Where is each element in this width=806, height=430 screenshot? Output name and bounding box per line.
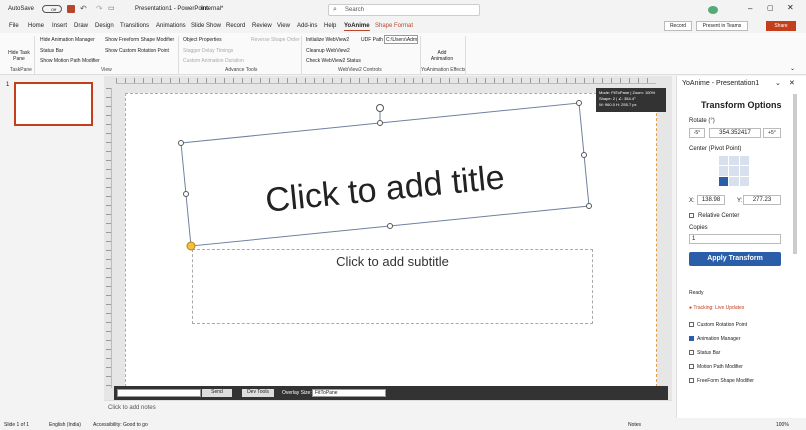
rotate-label: Rotate (°) bbox=[689, 118, 715, 124]
rotate-plus-button[interactable]: +5° bbox=[763, 128, 781, 138]
apply-transform-button[interactable]: Apply Transform bbox=[689, 252, 781, 266]
pivot-cell-selected[interactable] bbox=[719, 176, 729, 186]
pivot-cell[interactable] bbox=[729, 156, 739, 166]
resize-handle bbox=[581, 152, 587, 158]
resize-handle bbox=[576, 100, 582, 106]
resize-handle bbox=[377, 120, 383, 126]
x-label: X: bbox=[689, 198, 695, 204]
pivot-cell[interactable] bbox=[719, 166, 729, 176]
command-input[interactable] bbox=[117, 389, 201, 397]
pivot-point-marker bbox=[186, 241, 196, 251]
copies-label: Copies bbox=[689, 225, 708, 231]
chevron-down-icon[interactable]: ⌄ bbox=[775, 79, 781, 87]
motion-path-label: Motion Path Modifier bbox=[697, 364, 743, 370]
notes-button[interactable]: Notes bbox=[628, 422, 641, 428]
ready-status: Ready bbox=[689, 290, 704, 296]
status-bar-checkbox[interactable] bbox=[689, 350, 694, 355]
zoom-level[interactable]: 100% bbox=[776, 422, 789, 428]
send-button[interactable]: Send bbox=[202, 389, 232, 397]
accessibility-status[interactable]: Accessibility: Good to go bbox=[93, 422, 148, 428]
title-placeholder: Click to add title bbox=[264, 158, 507, 219]
motion-path-checkbox[interactable] bbox=[689, 364, 694, 369]
pivot-cell[interactable] bbox=[729, 166, 739, 176]
status-bar: Slide 1 of 1 English (India) Accessibili… bbox=[0, 420, 806, 430]
y-input[interactable]: 277.23 bbox=[743, 195, 781, 205]
custom-rotation-checkbox[interactable] bbox=[689, 322, 694, 327]
x-input[interactable]: 138.98 bbox=[697, 195, 725, 205]
pivot-cell[interactable] bbox=[739, 166, 749, 176]
rotate-minus-button[interactable]: -5° bbox=[689, 128, 705, 138]
animation-manager-checkbox[interactable] bbox=[689, 336, 694, 341]
language[interactable]: English (India) bbox=[49, 422, 81, 428]
pivot-cell[interactable] bbox=[739, 176, 749, 186]
relative-center-label: Relative Center bbox=[698, 213, 740, 219]
pivot-grid[interactable] bbox=[719, 156, 749, 186]
overlay-size-select[interactable]: FitToPane bbox=[312, 389, 386, 397]
slide-count: Slide 1 of 1 bbox=[4, 422, 30, 428]
freeform-checkbox[interactable] bbox=[689, 378, 694, 383]
relative-center-checkbox[interactable] bbox=[689, 213, 694, 218]
pivot-cell[interactable] bbox=[719, 156, 729, 166]
freeform-label: FreeForm Shape Modifier bbox=[697, 378, 754, 384]
tracking-status: ● Tracking: Live Updates bbox=[689, 305, 745, 311]
resize-handle bbox=[183, 191, 189, 197]
custom-rotation-label: Custom Rotation Point bbox=[697, 322, 748, 328]
copies-input[interactable]: 1 bbox=[689, 234, 781, 244]
pivot-cell[interactable] bbox=[739, 156, 749, 166]
resize-handle bbox=[586, 203, 592, 209]
notes-placeholder: Click to add notes bbox=[108, 405, 156, 411]
info-tooltip: Mode: FitToPane | Zoom: 100% Shape: 2 | … bbox=[596, 88, 666, 112]
animation-manager-label: Animation Manager bbox=[697, 336, 741, 342]
dev-tools-button[interactable]: Dev Tools bbox=[242, 389, 274, 397]
tooltip-line: W: 960.0 H: 255.7 px bbox=[599, 102, 637, 107]
rotate-input[interactable]: 354.352417 bbox=[709, 128, 761, 138]
pane-title: YoAnime - Presentation1 bbox=[682, 80, 760, 87]
close-icon[interactable]: ✕ bbox=[789, 79, 795, 87]
resize-handle bbox=[178, 140, 184, 146]
y-label: Y: bbox=[737, 198, 743, 204]
rotation-handle bbox=[376, 104, 384, 112]
transform-heading: Transform Options bbox=[701, 100, 782, 110]
notes-area[interactable]: Click to add notes bbox=[104, 400, 672, 418]
resize-handle bbox=[387, 223, 393, 229]
pivot-cell[interactable] bbox=[729, 176, 739, 186]
scrollbar[interactable] bbox=[793, 94, 797, 254]
task-pane: YoAnime - Presentation1 ⌄ ✕ Transform Op… bbox=[676, 76, 806, 418]
dev-toolbar: Send Dev Tools Overlay Size: FitToPane bbox=[114, 386, 668, 400]
overlay-size-label: Overlay Size: bbox=[282, 390, 312, 396]
center-label: Center (Pivot Point) bbox=[689, 146, 742, 152]
status-bar-label: Status Bar bbox=[697, 350, 721, 356]
